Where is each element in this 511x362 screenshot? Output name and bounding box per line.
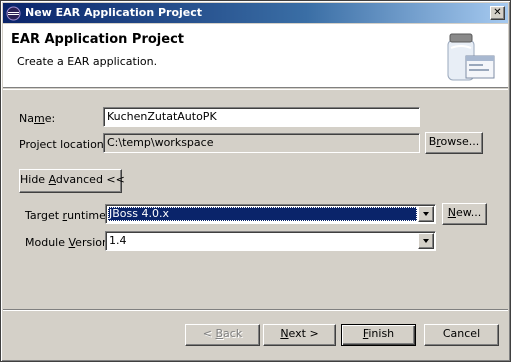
close-button[interactable]: ✕ [490, 6, 505, 20]
wizard-banner: EAR Application Project Create a EAR app… [3, 24, 508, 88]
browse-button[interactable]: Browse... [425, 132, 483, 154]
finish-button[interactable]: Finish [341, 324, 416, 346]
target-runtime-label: Target runtime: [25, 209, 110, 222]
hide-advanced-button[interactable]: Hide Advanced << [19, 169, 125, 193]
project-name-input[interactable]: KuchenZutatAutoPK [103, 107, 420, 127]
name-label: Name: [19, 112, 56, 125]
module-version-value: 1.4 [109, 234, 127, 247]
module-version-label: Module Version: [25, 236, 113, 249]
project-location-label: Project location: [19, 138, 108, 151]
new-runtime-button[interactable]: New... [442, 203, 487, 225]
next-button[interactable]: Next > [263, 324, 336, 346]
window-title: New EAR Application Project [25, 6, 203, 19]
module-version-select[interactable]: 1.4 [105, 231, 436, 251]
eclipse-icon [6, 6, 21, 21]
title-bar[interactable]: New EAR Application Project ✕ [3, 3, 508, 23]
target-runtime-value: JBoss 4.0.x [108, 207, 417, 221]
target-runtime-select[interactable]: JBoss 4.0.x [105, 204, 436, 224]
footer-divider [3, 309, 508, 311]
page-description: Create a EAR application. [17, 55, 158, 68]
jar-icon [447, 33, 495, 81]
project-location-field: C:\temp\workspace [103, 133, 420, 153]
banner-separator [3, 89, 508, 90]
back-button[interactable]: < Back [185, 324, 260, 346]
chevron-down-icon[interactable] [418, 206, 434, 222]
close-icon: ✕ [493, 7, 502, 18]
cancel-button[interactable]: Cancel [424, 324, 499, 346]
dialog-window: New EAR Application Project ✕ EAR Applic… [0, 0, 511, 362]
page-title: EAR Application Project [11, 32, 184, 47]
chevron-down-icon[interactable] [418, 233, 434, 249]
